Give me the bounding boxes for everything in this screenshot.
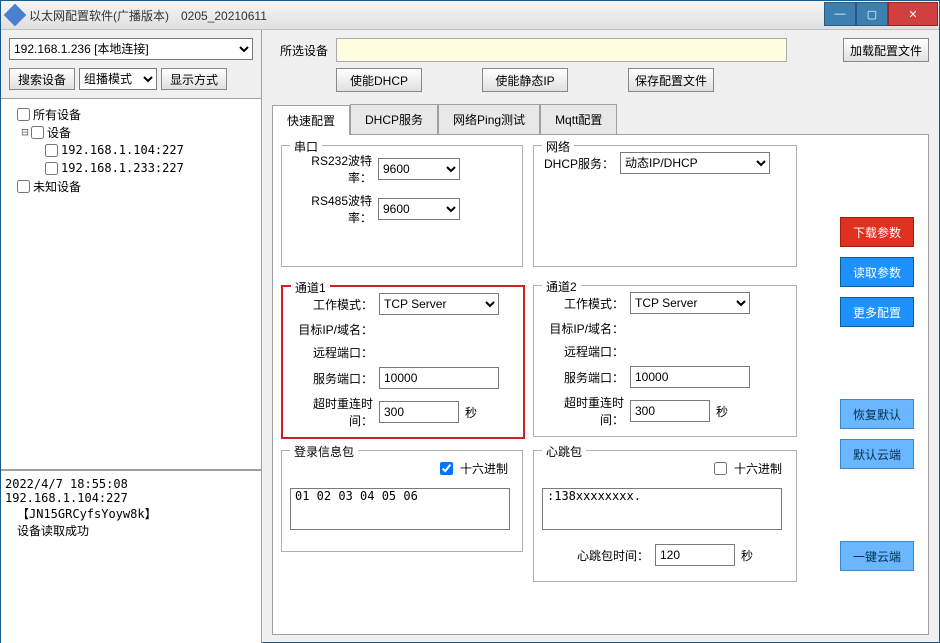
save-config-button[interactable]: 保存配置文件	[628, 68, 714, 92]
hb-packet-input[interactable]: :138xxxxxxxx.	[542, 488, 782, 530]
tree-unknown-checkbox[interactable]	[17, 180, 30, 193]
ch1-reconn-input[interactable]	[379, 401, 459, 423]
client-area: 192.168.1.236 [本地连接] 搜索设备 组播模式 显示方式 所有设备…	[1, 30, 939, 643]
close-button[interactable]: ✕	[888, 2, 938, 26]
display-mode-button[interactable]: 显示方式	[161, 68, 227, 90]
hb-interval-label: 心跳包时间：	[577, 547, 649, 564]
load-config-button[interactable]: 加载配置文件	[843, 38, 929, 62]
ch2-sport-label: 服务端口：	[542, 369, 624, 386]
rs232-baud-select[interactable]: 9600	[378, 158, 460, 180]
log-line: 设备读取成功	[5, 522, 257, 539]
group-channel2: 通道2 工作模式： TCP Server 目标IP/域名： 远程端口： 服务端口…	[533, 285, 797, 437]
login-hex-checkbox[interactable]	[440, 462, 453, 475]
window-buttons: — ▢ ✕	[824, 2, 938, 24]
login-hex-label: 十六进制	[460, 460, 508, 477]
log-panel: 2022/4/7 18:55:08 192.168.1.104:227 【JN1…	[1, 470, 261, 643]
more-config-button[interactable]: 更多配置	[840, 297, 914, 327]
side-buttons: 下载参数 读取参数 更多配置 恢复默认 默认云端 一键云端	[840, 217, 914, 571]
tree-ip2-checkbox[interactable]	[45, 162, 58, 175]
right-panel: 所选设备 加载配置文件 使能DHCP 使能静态IP 保存配置文件 快速配置 DH…	[262, 30, 939, 643]
ch2-sec-label: 秒	[716, 403, 728, 420]
log-line: 2022/4/7 18:55:08	[5, 477, 257, 491]
rs232-label: RS232波特率：	[290, 152, 372, 186]
hb-hex-label: 十六进制	[734, 460, 782, 477]
search-device-button[interactable]: 搜索设备	[9, 68, 75, 90]
group-channel1: 通道1 工作模式： TCP Server 目标IP/域名： 远程端口： 服务端口…	[281, 285, 525, 439]
ch2-reconn-label: 超时重连时间：	[542, 394, 624, 428]
ch1-sec-label: 秒	[465, 404, 477, 421]
tree-ip1-checkbox[interactable]	[45, 144, 58, 157]
maximize-button[interactable]: ▢	[856, 2, 888, 26]
download-params-button[interactable]: 下载参数	[840, 217, 914, 247]
dhcp-service-select[interactable]: 动态IP/DHCP	[620, 152, 770, 174]
nic-select[interactable]: 192.168.1.236 [本地连接]	[9, 38, 253, 60]
tab-bar: 快速配置 DHCP服务 网络Ping测试 Mqtt配置	[272, 104, 929, 135]
group-network: 网络 DHCP服务： 动态IP/DHCP	[533, 145, 797, 267]
tree-all-label: 所有设备	[33, 106, 81, 123]
mode-select[interactable]: 组播模式	[79, 68, 157, 90]
group-channel1-title: 通道1	[291, 279, 330, 296]
ch1-sport-input[interactable]	[379, 367, 499, 389]
tab-content: 串口 RS232波特率： 9600 RS485波特率： 9600 网络 DHCP…	[272, 135, 929, 635]
group-heartbeat: 心跳包 十六进制 :138xxxxxxxx. 心跳包时间： 秒	[533, 450, 797, 582]
restore-default-button[interactable]: 恢复默认	[840, 399, 914, 429]
tree-unknown-label: 未知设备	[33, 178, 81, 195]
selected-device-label: 所选设备	[272, 42, 328, 59]
ch2-mode-label: 工作模式：	[542, 295, 624, 312]
tree-dev-checkbox[interactable]	[31, 126, 44, 139]
rs485-label: RS485波特率：	[290, 192, 372, 226]
ch2-sport-input[interactable]	[630, 366, 750, 388]
hb-hex-checkbox[interactable]	[714, 462, 727, 475]
tree-all-checkbox[interactable]	[17, 108, 30, 121]
device-tree[interactable]: 所有设备 ⊟ 设备 192.168.1.104:227 192.168.1.233…	[1, 98, 261, 470]
ch1-reconn-label: 超时重连时间：	[291, 395, 373, 429]
group-serial-title: 串口	[290, 138, 322, 155]
enable-static-button[interactable]: 使能静态IP	[482, 68, 568, 92]
minimize-button[interactable]: —	[824, 2, 856, 26]
tab-mqtt-config[interactable]: Mqtt配置	[540, 104, 617, 134]
hb-interval-input[interactable]	[655, 544, 735, 566]
left-panel: 192.168.1.236 [本地连接] 搜索设备 组播模式 显示方式 所有设备…	[1, 30, 262, 643]
log-line: 192.168.1.104:227	[5, 491, 257, 505]
ch1-sport-label: 服务端口：	[291, 370, 373, 387]
selected-device-field[interactable]	[336, 38, 787, 62]
one-click-cloud-button[interactable]: 一键云端	[840, 541, 914, 571]
ch1-rport-label: 远程端口：	[291, 344, 373, 361]
app-window: 以太网配置软件(广播版本) 0205_20210611 — ▢ ✕ 192.16…	[0, 0, 940, 643]
group-serial: 串口 RS232波特率： 9600 RS485波特率： 9600	[281, 145, 523, 267]
group-login-title: 登录信息包	[290, 443, 358, 460]
log-line: 【JN15GRCyfsYoyw8k】	[5, 505, 257, 522]
tree-ip1-label[interactable]: 192.168.1.104:227	[61, 143, 184, 157]
ch2-reconn-input[interactable]	[630, 400, 710, 422]
ch2-target-label: 目标IP/域名：	[542, 320, 624, 337]
tree-ip2-label[interactable]: 192.168.1.233:227	[61, 161, 184, 175]
title-bar: 以太网配置软件(广播版本) 0205_20210611 — ▢ ✕	[1, 1, 939, 30]
dhcp-service-label: DHCP服务：	[542, 155, 614, 172]
tree-dev-label: 设备	[47, 124, 71, 141]
group-heartbeat-title: 心跳包	[542, 443, 586, 460]
login-packet-input[interactable]: 01 02 03 04 05 06	[290, 488, 510, 530]
group-login-packet: 登录信息包 十六进制 01 02 03 04 05 06	[281, 450, 523, 552]
rs485-baud-select[interactable]: 9600	[378, 198, 460, 220]
tab-dhcp-service[interactable]: DHCP服务	[350, 104, 438, 134]
tree-expand-icon[interactable]: ⊟	[19, 125, 31, 139]
enable-dhcp-button[interactable]: 使能DHCP	[336, 68, 422, 92]
hb-sec-label: 秒	[741, 547, 753, 564]
ch1-target-label: 目标IP/域名：	[291, 321, 373, 338]
group-channel2-title: 通道2	[542, 278, 581, 295]
ch2-mode-select[interactable]: TCP Server	[630, 292, 750, 314]
window-title: 以太网配置软件(广播版本) 0205_20210611	[29, 7, 824, 24]
app-icon	[4, 4, 27, 27]
default-cloud-button[interactable]: 默认云端	[840, 439, 914, 469]
ch1-mode-label: 工作模式：	[291, 296, 373, 313]
group-network-title: 网络	[542, 138, 574, 155]
read-params-button[interactable]: 读取参数	[840, 257, 914, 287]
tab-ping-test[interactable]: 网络Ping测试	[438, 104, 540, 134]
ch1-mode-select[interactable]: TCP Server	[379, 293, 499, 315]
ch2-rport-label: 远程端口：	[542, 343, 624, 360]
tab-quick-config[interactable]: 快速配置	[272, 105, 350, 135]
